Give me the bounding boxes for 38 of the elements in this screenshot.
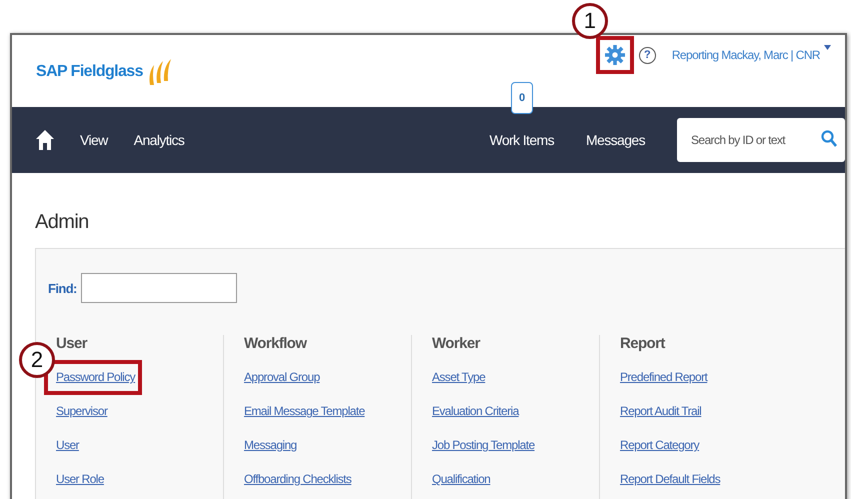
admin-link[interactable]: Report Category [620,437,700,453]
step-number: 1 [572,3,608,39]
admin-link[interactable]: Password Policy [56,369,136,385]
section-heading: User [56,335,87,354]
search-icon[interactable] [821,130,837,148]
page-title: Admin [35,210,90,235]
count-badge: 0 [510,82,533,114]
admin-link[interactable]: Approval Group [244,369,320,385]
admin-link[interactable]: Predefined Report [620,369,708,385]
section-heading: Workflow [244,335,306,354]
caret-icon [824,45,831,50]
admin-link[interactable]: Evaluation Criteria [432,403,519,419]
home-icon[interactable] [36,130,54,150]
admin-link[interactable]: Messaging [244,437,297,453]
nav-link[interactable]: Analytics [134,132,184,148]
settings-icon[interactable] [604,45,625,65]
admin-link[interactable]: Job Posting Template [432,437,535,453]
admin-link[interactable]: Asset Type [432,369,486,385]
section-heading: Worker [432,335,480,354]
admin-link[interactable]: User [56,437,79,453]
nav-link[interactable]: View [80,132,108,148]
find-field[interactable] [80,273,237,303]
highlight-box [596,36,634,74]
nav-link[interactable]: Messages [586,132,645,148]
find-label: Find: [48,280,77,296]
section-heading: Report [620,335,665,354]
admin-link[interactable]: User Role [56,471,104,487]
admin-link[interactable]: Email Message Template [244,403,365,419]
step-number: 2 [19,342,55,378]
admin-link[interactable]: Report Audit Trail [620,403,702,419]
search-field[interactable]: Search by ID or text [677,118,845,162]
admin-link[interactable]: Offboarding Checklists [244,471,352,487]
brand-name: SAP Fieldglass [36,63,143,81]
admin-link[interactable]: Supervisor [56,403,108,419]
admin-link[interactable]: Report Default Fields [620,471,720,487]
help-button[interactable]: ? [638,46,656,64]
user-menu[interactable]: Reporting Mackay, Marc | CNR [672,48,820,62]
admin-link[interactable]: Qualification [432,471,490,487]
